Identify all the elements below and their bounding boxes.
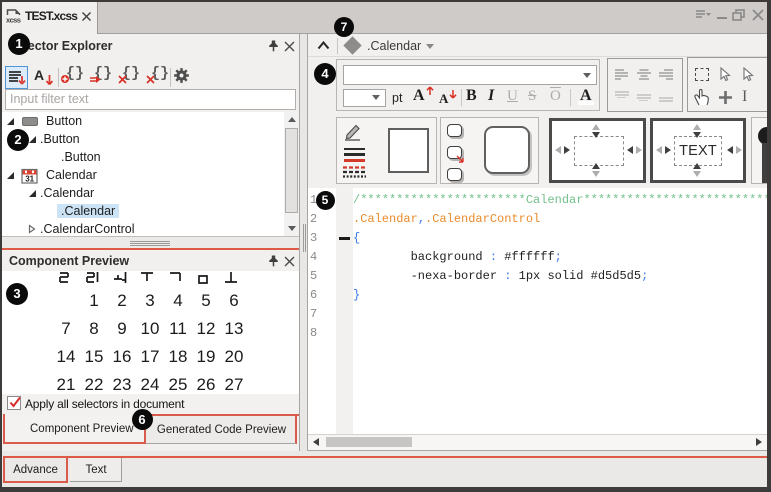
svg-text:xcss: xcss	[6, 16, 21, 24]
svg-text:31: 31	[25, 175, 34, 184]
